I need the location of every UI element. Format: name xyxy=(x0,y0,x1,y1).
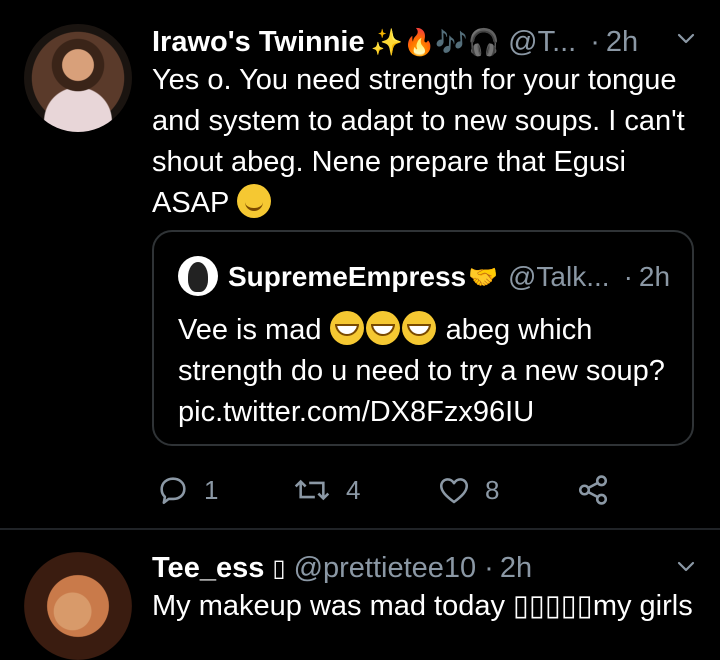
tweet-header: Tee_ess ▯ @prettietee10 · 2h xyxy=(152,548,532,588)
smiling-emoji-icon xyxy=(236,184,271,218)
tweet[interactable]: Irawo's Twinnie ✨🔥🎶🎧 @T... · 2h Yes o. Y… xyxy=(0,0,720,528)
author-name-glyph: ▯ xyxy=(272,554,286,582)
author-name[interactable]: Tee_ess xyxy=(152,552,264,585)
grinning-emoji-icon xyxy=(365,311,400,345)
grinning-emoji-icon xyxy=(401,311,436,345)
chevron-down-icon[interactable] xyxy=(676,556,696,576)
author-emojis: ✨🔥🎶🎧 xyxy=(370,26,501,57)
quoted-author-name: SupremeEmpress xyxy=(228,261,467,292)
author-handle[interactable]: @T... xyxy=(508,26,576,59)
separator-dot: · xyxy=(623,261,633,292)
quoted-avatar xyxy=(178,256,218,296)
tweet-actions: 1 4 8 xyxy=(152,468,632,512)
timestamp[interactable]: 2h xyxy=(500,552,532,585)
author-handle[interactable]: @prettietee10 xyxy=(294,552,477,585)
retweet-button[interactable]: 4 xyxy=(292,468,360,512)
timestamp[interactable]: 2h xyxy=(606,26,638,59)
reply-icon xyxy=(156,473,190,507)
grinning-emoji-icon xyxy=(329,311,364,345)
chevron-down-icon[interactable] xyxy=(676,28,696,48)
tweet-text: Yes o. You need strength for your tongue… xyxy=(152,60,700,224)
separator-dot: · xyxy=(484,551,494,584)
tweet-header: Irawo's Twinnie ✨🔥🎶🎧 @T... · 2h xyxy=(152,22,638,62)
avatar[interactable] xyxy=(24,552,132,660)
quoted-text: Vee is mad abeg which strength do u need… xyxy=(178,310,678,433)
quoted-handle: @Talk... xyxy=(508,261,610,292)
retweet-icon xyxy=(292,473,332,507)
like-count: 8 xyxy=(485,474,500,505)
reply-button[interactable]: 1 xyxy=(156,468,218,512)
like-button[interactable]: 8 xyxy=(437,468,499,512)
tweet-text-content: Yes o. You need strength for your tongue… xyxy=(152,64,685,219)
retweet-count: 4 xyxy=(346,474,361,505)
separator-dot: · xyxy=(590,25,600,58)
reply-count: 1 xyxy=(204,474,219,505)
avatar[interactable] xyxy=(24,24,132,132)
quoted-header: SupremeEmpress 🤝 @Talk... · 2h xyxy=(228,256,670,298)
like-icon xyxy=(437,473,471,507)
quoted-tweet[interactable]: SupremeEmpress 🤝 @Talk... · 2h Vee is ma… xyxy=(152,230,694,446)
quoted-text-before: Vee is mad xyxy=(178,314,322,346)
share-icon xyxy=(576,473,610,507)
tweet-text: My makeup was mad today ▯▯▯▯▯my girls xyxy=(152,590,693,622)
handshake-emoji-icon: 🤝 xyxy=(468,263,498,291)
author-name[interactable]: Irawo's Twinnie xyxy=(152,26,365,59)
share-button[interactable] xyxy=(576,468,610,512)
quoted-timestamp: 2h xyxy=(638,261,671,292)
